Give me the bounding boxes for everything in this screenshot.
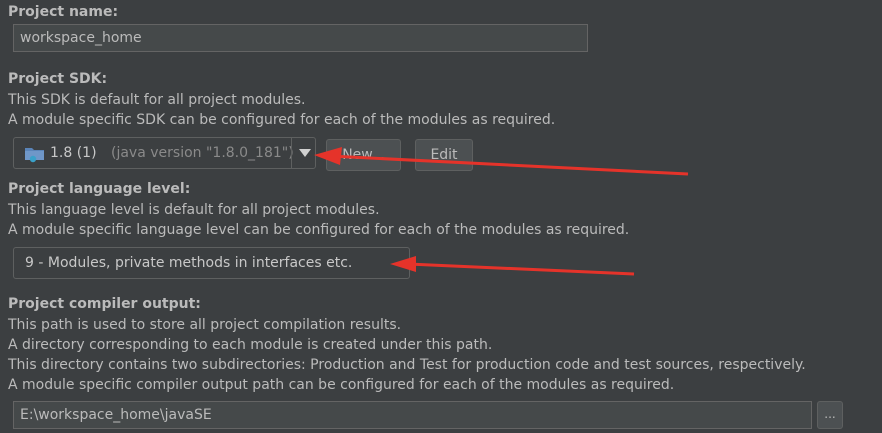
language-level-heading: Project language level:	[8, 181, 191, 197]
compiler-output-desc-4: A module specific compiler output path c…	[8, 377, 675, 393]
compiler-output-heading: Project compiler output:	[8, 296, 201, 312]
sdk-folder-icon	[24, 145, 46, 163]
sdk-combo-divider	[291, 138, 292, 168]
project-sdk-heading: Project SDK:	[8, 71, 108, 87]
language-level-combobox[interactable]: 9 - Modules, private methods in interfac…	[13, 247, 410, 279]
browse-button[interactable]: ...	[817, 401, 843, 429]
language-level-desc-2: A module specific language level can be …	[8, 222, 630, 238]
browse-button-label: ...	[824, 407, 836, 421]
sdk-combobox[interactable]: 1.8 (1) (java version "1.8.0_181")	[13, 137, 316, 169]
project-sdk-desc-2: A module specific SDK can be configured …	[8, 112, 556, 128]
compiler-output-path-input[interactable]: E:\workspace_home\javaSE	[13, 401, 812, 429]
annotation-arrow-sdk	[300, 142, 700, 182]
sdk-selected-detail: (java version "1.8.0_181")	[111, 145, 294, 161]
language-level-desc-1: This language level is default for all p…	[8, 202, 380, 218]
compiler-output-desc-3: This directory contains two subdirectori…	[8, 357, 806, 373]
annotation-arrow-language	[380, 252, 640, 282]
compiler-output-desc-2: A directory corresponding to each module…	[8, 337, 493, 353]
project-sdk-desc-1: This SDK is default for all project modu…	[8, 92, 306, 108]
sdk-selected-version: 1.8 (1)	[50, 145, 97, 161]
language-level-selected: 9 - Modules, private methods in interfac…	[25, 255, 353, 271]
compiler-output-desc-1: This path is used to store all project c…	[8, 317, 402, 333]
project-name-input[interactable]: workspace_home	[13, 24, 588, 52]
project-name-heading: Project name:	[8, 4, 119, 20]
